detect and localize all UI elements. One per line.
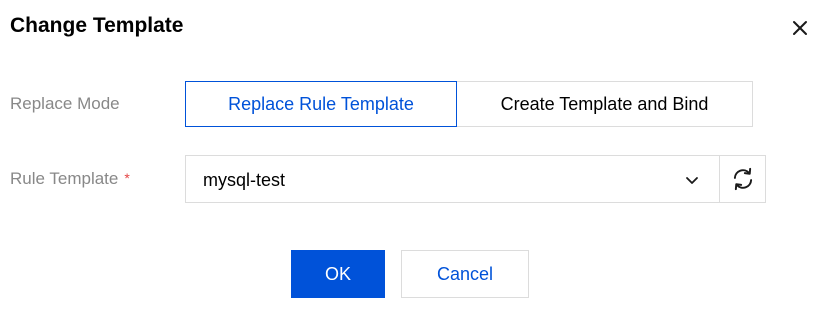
close-button[interactable] bbox=[788, 16, 812, 40]
replace-rule-template-label: Replace Rule Template bbox=[228, 93, 414, 114]
rule-template-select[interactable]: mysql-test bbox=[185, 155, 720, 203]
ok-button[interactable]: OK bbox=[291, 250, 385, 298]
required-mark: * bbox=[124, 170, 130, 186]
dialog-title: Change Template bbox=[10, 14, 184, 37]
rule-template-label-text: Rule Template bbox=[10, 169, 119, 188]
replace-mode-label-text: Replace Mode bbox=[10, 94, 120, 113]
create-template-and-bind-option[interactable]: Create Template and Bind bbox=[456, 81, 753, 127]
rule-template-value: mysql-test bbox=[203, 170, 286, 190]
cancel-button-label: Cancel bbox=[436, 263, 494, 284]
replace-mode-label: Replace Mode bbox=[10, 92, 120, 116]
cancel-button[interactable]: Cancel bbox=[401, 250, 529, 298]
close-icon bbox=[793, 21, 807, 35]
replace-rule-template-option[interactable]: Replace Rule Template bbox=[185, 81, 457, 127]
chevron-down-icon bbox=[686, 177, 698, 184]
create-template-and-bind-label: Create Template and Bind bbox=[500, 93, 709, 114]
refresh-icon bbox=[733, 167, 752, 191]
rule-template-label: Rule Template * bbox=[10, 167, 130, 191]
refresh-button[interactable] bbox=[719, 155, 766, 203]
ok-button-label: OK bbox=[324, 263, 351, 284]
change-template-dialog: Change Template Replace Mode Replace Rul… bbox=[0, 0, 820, 314]
